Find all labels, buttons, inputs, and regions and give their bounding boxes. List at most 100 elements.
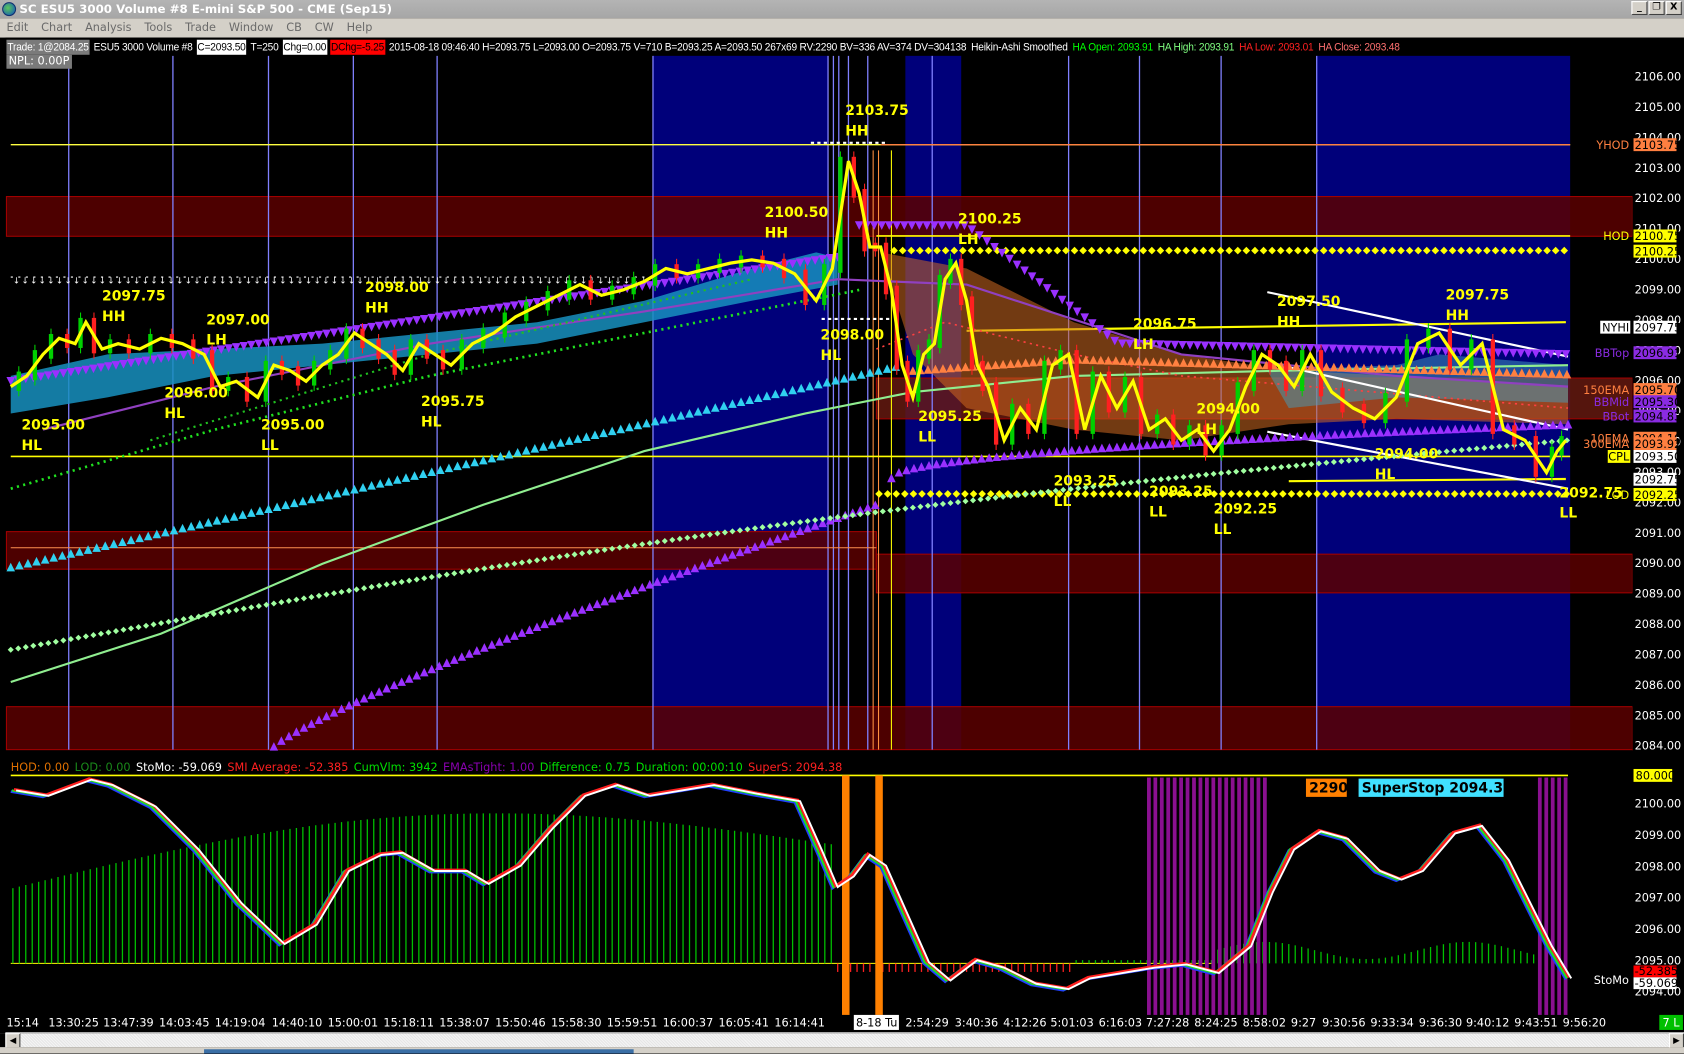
- supply-demand-zone: [875, 553, 1633, 594]
- bottom-strip: [0, 1047, 1684, 1054]
- purple-signal-bar: [1550, 777, 1555, 1015]
- swing-price-label: 2093.25: [1149, 484, 1213, 500]
- time-label: 14:19:04: [215, 1017, 266, 1030]
- purple-signal-bar: [1179, 777, 1183, 1015]
- time-label: 6:16:03: [1099, 1017, 1142, 1030]
- down-arrow-icon: ↓: [211, 277, 218, 287]
- down-arrow-icon: ↓: [322, 277, 329, 287]
- down-arrow-icon: ↓: [597, 277, 604, 287]
- down-arrow-icon: ↓: [503, 277, 510, 287]
- time-label: 16:05:41: [718, 1017, 769, 1030]
- purple-signal-bar: [1166, 777, 1171, 1015]
- lower-smi-average: SMI Average: -52.385: [227, 761, 349, 775]
- purple-signal-bar: [1230, 777, 1235, 1015]
- down-arrow-icon: ↓: [64, 277, 71, 287]
- down-arrow-icon: ↓: [168, 277, 175, 287]
- price-marker-value: 2094.83: [1635, 410, 1682, 423]
- swing-type-label: LH: [958, 232, 979, 248]
- price-marker-value: 2097.75: [1635, 321, 1682, 334]
- down-arrow-icon: ↓: [528, 277, 535, 287]
- swing-type-label: LL: [1559, 506, 1577, 522]
- price-marker-name: LOD: [1606, 489, 1630, 502]
- purple-signal-bar: [1192, 777, 1196, 1015]
- down-arrow-icon: ↓: [314, 277, 321, 287]
- down-arrow-icon: ↓: [305, 277, 312, 287]
- time-label: 14:03:45: [159, 1017, 210, 1030]
- lower-stomo: StoMo: -59.069: [135, 761, 222, 775]
- down-arrow-icon: ↓: [159, 277, 166, 287]
- price-tick-label: 2085.00: [1635, 709, 1682, 722]
- down-arrow-icon: ↓: [331, 277, 338, 287]
- time-label: 9:33:34: [1370, 1017, 1413, 1030]
- purple-signal-bar: [1185, 777, 1190, 1015]
- swing-price-label: 2094.00: [1196, 401, 1260, 417]
- price-marker-value: 2093.50: [1635, 451, 1682, 464]
- purple-signal-bar: [1243, 777, 1248, 1015]
- lower-info-line: HOD: 0.00 LOD: 0.00 StoMo: -59.069 SMI A…: [11, 761, 843, 775]
- price-marker-value: 2100.75: [1635, 230, 1682, 243]
- supply-demand-zone: [5, 706, 1633, 751]
- price-chart[interactable]: ↓ ↓ ↓ ↓ ↓ ↓ ↓ ↓ ↓ ↓ ↓ ↓ ↓ ↓ ↓ ↓ ↓ ↓ ↓ ↓ ↓ ↓ ↓ ↓ ↓ ↓ ↓ ↓ ↓ ↓ ↓ ↓ ↓ ↓ ↓ ↓ ↓ ↓ ↓ ↓…: [0, 0, 1684, 1054]
- down-arrow-icon: ↓: [39, 277, 46, 287]
- down-arrow-icon: ↓: [99, 277, 106, 287]
- down-arrow-icon: ↓: [511, 277, 518, 287]
- time-label: 9:27: [1291, 1017, 1316, 1030]
- price-marker-value: 2095.30: [1635, 396, 1682, 409]
- swing-type-label: LH: [1196, 422, 1217, 438]
- time-label: 16:14:41: [774, 1017, 825, 1030]
- time-label: 2:54:29: [905, 1017, 948, 1030]
- ha-close: HA Close: 2093.48: [1318, 40, 1400, 54]
- down-arrow-icon: ↓: [236, 277, 243, 287]
- time-label: 5:01:03: [1050, 1017, 1093, 1030]
- down-arrow-icon: ↓: [185, 277, 192, 287]
- chart-info-line: Trade: 1@2084.25 ESU5 3000 Volume #8 C=2…: [6, 39, 1400, 55]
- down-arrow-icon: ↓: [339, 277, 346, 287]
- status-box: 7 L: [1663, 1017, 1681, 1030]
- time-label: 13:47:39: [103, 1017, 154, 1030]
- scroll-left-button[interactable]: ◀: [5, 1033, 21, 1049]
- swing-type-label: HL: [164, 406, 185, 422]
- lower-hod: HOD: 0.00: [10, 761, 70, 775]
- swing-price-label: 2096.75: [1133, 317, 1197, 333]
- price-marker-value: 2100.25: [1635, 245, 1682, 258]
- horizontal-scrollbar[interactable]: ◀ ▶: [5, 1032, 1684, 1049]
- time-label: 8:24:25: [1194, 1017, 1237, 1030]
- purple-signal-bar: [1224, 777, 1229, 1015]
- time-label: 16:00:37: [663, 1017, 714, 1030]
- price-marker-value: 2092.25: [1635, 489, 1682, 502]
- swing-price-label: 2100.50: [765, 205, 829, 221]
- time-label: 15:50:46: [495, 1017, 546, 1030]
- swing-type-label: HH: [765, 225, 788, 241]
- time-label: 8-18 Tu: [856, 1017, 897, 1030]
- purple-signal-bar: [1172, 777, 1177, 1015]
- swing-type-label: HH: [102, 309, 125, 325]
- down-arrow-icon: ↓: [296, 277, 303, 287]
- price-marker-name: YHOD: [1595, 139, 1629, 152]
- price-tick-label: 2102.00: [1635, 192, 1682, 205]
- time-label: 9:40:12: [1466, 1017, 1509, 1030]
- symbol-label: ESU5 3000 Volume #8: [93, 40, 193, 54]
- swing-price-label: 2097.00: [206, 312, 270, 328]
- time-label: 15:38:07: [439, 1017, 490, 1030]
- scroll-right-button[interactable]: ▶: [1668, 1033, 1684, 1049]
- swing-type-label: HH: [1277, 314, 1300, 330]
- purple-signal-bar: [1544, 777, 1549, 1015]
- swing-type-label: HL: [21, 438, 42, 454]
- down-arrow-icon: ↓: [219, 277, 226, 287]
- bar-info: 2015-08-18 09:46:40 H=2093.75 L=2093.00 …: [388, 40, 967, 54]
- down-arrow-icon: ↓: [451, 277, 458, 287]
- price-marker-name: NYHI: [1602, 321, 1629, 334]
- down-arrow-icon: ↓: [442, 277, 449, 287]
- down-arrow-icon: ↓: [262, 277, 269, 287]
- down-arrow-icon: ↓: [142, 277, 149, 287]
- lower-tick-label: 2098.00: [1635, 860, 1682, 873]
- time-label: 15:00:01: [328, 1017, 379, 1030]
- swing-type-label: LL: [1149, 505, 1167, 521]
- swing-price-label: 2096.00: [164, 385, 228, 401]
- swing-price-label: 2098.00: [821, 327, 885, 343]
- price-marker-name: 150EMA: [1583, 384, 1629, 397]
- down-arrow-icon: ↓: [193, 277, 200, 287]
- swing-price-label: 2097.50: [1277, 294, 1341, 310]
- lower-emas-tight: EMAsTight: 1.00: [443, 761, 535, 775]
- purple-signal-bar: [1557, 777, 1562, 1015]
